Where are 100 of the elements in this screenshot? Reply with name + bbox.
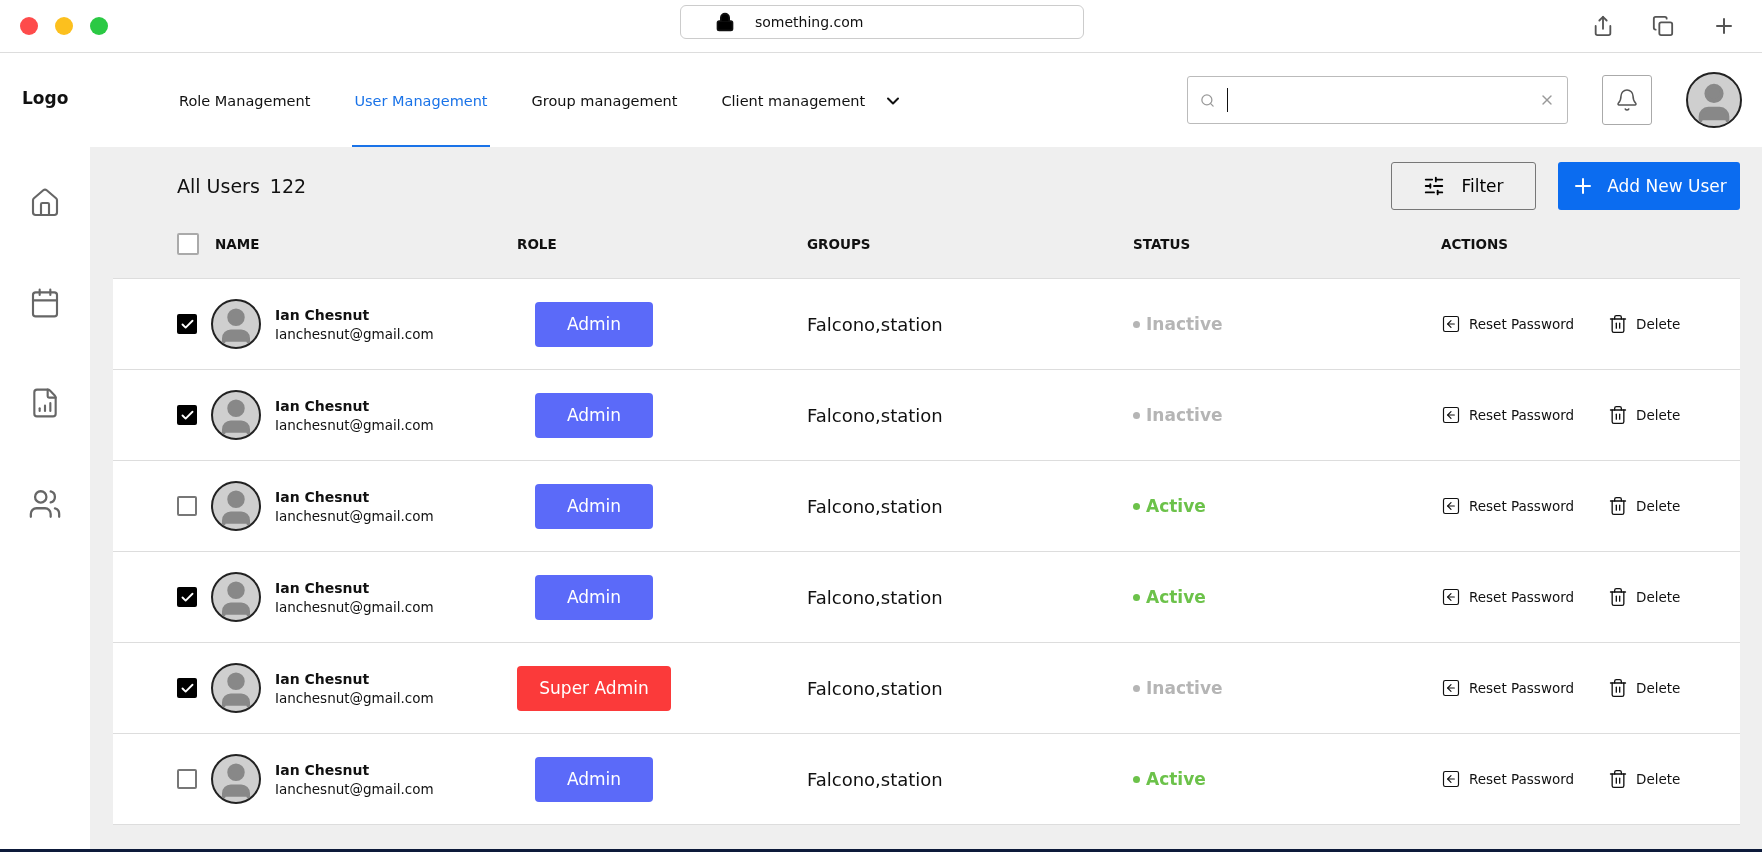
maximize-window-dot[interactable]	[90, 17, 108, 35]
row-checkbox[interactable]	[177, 769, 197, 789]
role-badge: Admin	[535, 756, 653, 802]
user-name: Ian Chesnut	[275, 670, 371, 687]
bell-icon	[1615, 88, 1639, 112]
column-header: NAME	[215, 236, 260, 252]
user-name: Ian Chesnut	[275, 306, 371, 323]
groups-text: Falcono,station	[807, 677, 944, 699]
reset-password-button[interactable]: Reset Password	[1441, 769, 1575, 789]
delete-button[interactable]: Delete	[1608, 314, 1681, 334]
user-email: Ianchesnut@gmail.com	[275, 507, 434, 524]
nav-tab[interactable]: Role Management	[177, 53, 313, 147]
trash-icon	[1608, 405, 1629, 425]
nav-tab[interactable]: Group management	[529, 53, 680, 147]
tabs-icon[interactable]	[1652, 15, 1674, 37]
status-text: Inactive	[1133, 314, 1441, 334]
user-avatar	[211, 572, 261, 622]
user-row[interactable]: Ian Chesnut Ianchesnut@gmail.com Admin Falcono,station Inactive Reset Password Delete	[113, 370, 1740, 461]
column-header: STATUS	[1133, 236, 1191, 252]
close-window-dot[interactable]	[20, 17, 38, 35]
groups-text: Falcono,station	[807, 495, 944, 517]
user-avatar	[211, 299, 261, 349]
nav-tab[interactable]: Client management	[719, 53, 906, 147]
users-icon[interactable]	[28, 487, 62, 521]
reset-password-button[interactable]: Reset Password	[1441, 405, 1575, 425]
address-bar[interactable]: something.com	[680, 5, 1084, 39]
calendar-icon[interactable]	[29, 287, 61, 319]
user-row[interactable]: Ian Chesnut Ianchesnut@gmail.com Super Admin Falcono,station Inactive Reset Password Delete	[113, 643, 1740, 734]
user-row[interactable]: Ian Chesnut Ianchesnut@gmail.com Admin Falcono,station Active Reset Password Delete	[113, 461, 1740, 552]
page-title: All Users	[177, 175, 260, 197]
user-email: Ianchesnut@gmail.com	[275, 325, 434, 342]
column-header: GROUPS	[807, 236, 871, 252]
row-checkbox[interactable]	[177, 587, 197, 607]
trash-icon	[1608, 587, 1629, 607]
reset-icon	[1441, 314, 1461, 334]
trash-icon	[1608, 314, 1629, 334]
user-avatar	[211, 663, 261, 713]
reset-icon	[1441, 678, 1461, 698]
status-text: Active	[1133, 496, 1441, 516]
row-checkbox[interactable]	[177, 496, 197, 516]
row-checkbox[interactable]	[177, 678, 197, 698]
reset-icon	[1441, 769, 1461, 789]
reset-icon	[1441, 587, 1461, 607]
groups-text: Falcono,station	[807, 313, 944, 335]
status-text: Active	[1133, 587, 1441, 607]
role-badge: Admin	[535, 301, 653, 347]
row-checkbox[interactable]	[177, 405, 197, 425]
user-count: 122	[269, 175, 307, 197]
lock-icon	[715, 12, 735, 32]
user-name: Ian Chesnut	[275, 761, 371, 778]
trash-icon	[1608, 678, 1629, 698]
reset-icon	[1441, 496, 1461, 516]
status-text: Inactive	[1133, 678, 1441, 698]
row-checkbox[interactable]	[177, 314, 197, 334]
user-name: Ian Chesnut	[275, 579, 371, 596]
notification-button[interactable]	[1602, 75, 1652, 125]
sliders-icon	[1423, 175, 1446, 197]
trash-icon	[1608, 769, 1629, 789]
minimize-window-dot[interactable]	[55, 17, 73, 35]
user-name: Ian Chesnut	[275, 397, 371, 414]
role-badge: Admin	[535, 392, 653, 438]
delete-button[interactable]: Delete	[1608, 496, 1681, 516]
logo: Logo	[21, 88, 70, 108]
role-badge: Admin	[535, 574, 653, 620]
user-email: Ianchesnut@gmail.com	[275, 780, 434, 797]
user-row[interactable]: Ian Chesnut Ianchesnut@gmail.com Admin Falcono,station Inactive Reset Password Delete	[113, 279, 1740, 370]
reset-password-button[interactable]: Reset Password	[1441, 314, 1575, 334]
column-header: ACTIONS	[1441, 236, 1509, 252]
user-avatar	[211, 390, 261, 440]
user-email: Ianchesnut@gmail.com	[275, 689, 434, 706]
share-icon[interactable]	[1592, 15, 1614, 37]
profile-avatar[interactable]	[1686, 72, 1742, 128]
reset-icon	[1441, 405, 1461, 425]
user-email: Ianchesnut@gmail.com	[275, 598, 434, 615]
groups-text: Falcono,station	[807, 586, 944, 608]
add-user-button[interactable]: Add New User	[1558, 162, 1740, 210]
delete-button[interactable]: Delete	[1608, 587, 1681, 607]
delete-button[interactable]: Delete	[1608, 678, 1681, 698]
user-name: Ian Chesnut	[275, 488, 371, 505]
delete-button[interactable]: Delete	[1608, 769, 1681, 789]
column-header: ROLE	[517, 236, 557, 252]
reset-password-button[interactable]: Reset Password	[1441, 496, 1575, 516]
trash-icon	[1608, 496, 1629, 516]
home-icon[interactable]	[29, 187, 61, 219]
user-row[interactable]: Ian Chesnut Ianchesnut@gmail.com Admin Falcono,station Active Reset Password Delete	[113, 734, 1740, 825]
groups-text: Falcono,station	[807, 768, 944, 790]
status-text: Active	[1133, 769, 1441, 789]
search-icon	[1200, 92, 1215, 108]
user-email: Ianchesnut@gmail.com	[275, 416, 434, 433]
filter-button[interactable]: Filter	[1391, 162, 1536, 210]
delete-button[interactable]: Delete	[1608, 405, 1681, 425]
select-all-checkbox[interactable]	[177, 233, 199, 255]
groups-text: Falcono,station	[807, 404, 944, 426]
reset-password-button[interactable]: Reset Password	[1441, 587, 1575, 607]
search-field[interactable]	[1187, 76, 1568, 124]
user-avatar	[211, 754, 261, 804]
role-badge: Super Admin	[517, 665, 671, 711]
reset-password-button[interactable]: Reset Password	[1441, 678, 1575, 698]
user-row[interactable]: Ian Chesnut Ianchesnut@gmail.com Admin Falcono,station Active Reset Password Delete	[113, 552, 1740, 643]
role-badge: Admin	[535, 483, 653, 529]
